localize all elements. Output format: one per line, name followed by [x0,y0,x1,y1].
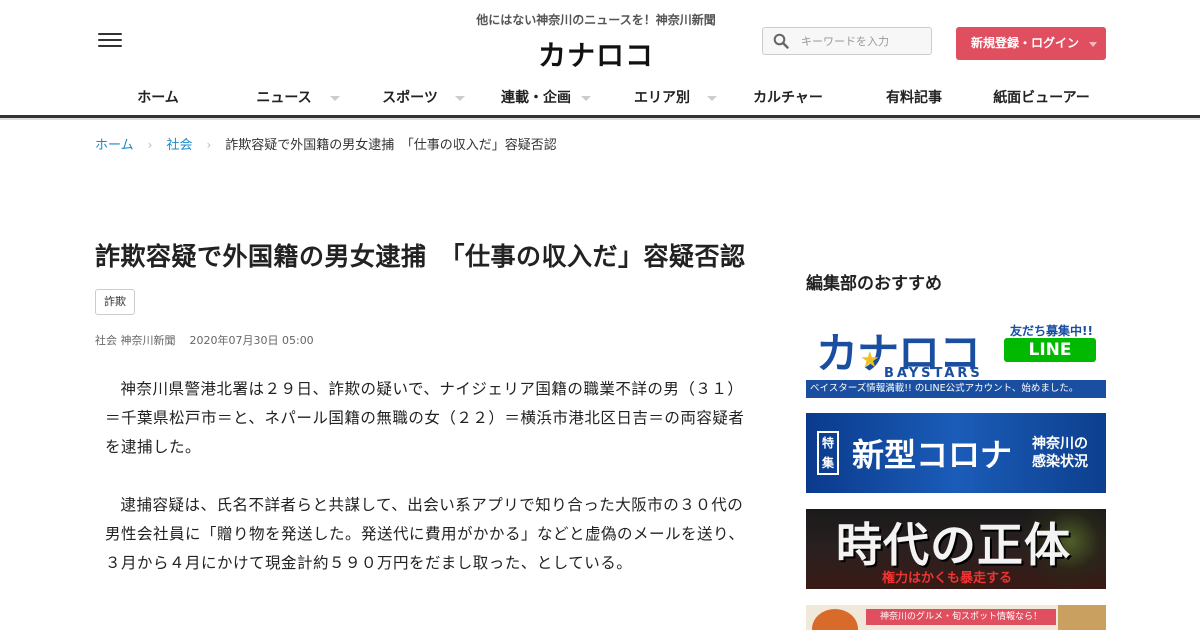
search-box[interactable] [762,27,932,55]
banner-line-baystars[interactable]: カナロコ ★ 友だち募集中!! LINE BAYSTARS ベイスターズ情報満載… [806,318,1106,398]
nav-shadow [0,118,1200,120]
nav-item-home[interactable]: ホーム [95,80,221,116]
chevron-down-icon [707,96,717,101]
article-tag[interactable]: 詐欺 [95,289,135,315]
article-date: 2020年07月30日 05:00 [189,334,314,347]
banner-team: BAYSTARS [884,366,983,381]
chevron-right-icon: › [206,138,212,152]
banner-badge: 特集 [817,431,839,475]
search-input[interactable] [801,32,927,51]
banner-subtitle: 神奈川の 感染状況 [1032,436,1088,470]
article-body: 神奈川県警港北署は２９日、詐欺の疑いで、ナイジェリア国籍の職業不詳の男（３１）＝… [95,375,751,578]
sidebar: 編集部のおすすめ カナロコ ★ 友だち募集中!! LINE BAYSTARS ベ… [806,272,1106,630]
nav-item-viewer[interactable]: 紙面ビューアー [977,80,1106,116]
sidebar-heading: 編集部のおすすめ [806,274,942,294]
nav-item-culture[interactable]: カルチャー [725,80,851,116]
article-paragraph: 逮捕容疑は、氏名不詳者らと共謀して、出会い系アプリで知り合った大阪市の３０代の男… [105,496,745,572]
nav-item-premium[interactable]: 有料記事 [851,80,977,116]
login-button[interactable]: 新規登録・ログイン [956,27,1106,60]
article: 詐欺容疑で外国籍の男女逮捕 「仕事の収入だ」容疑否認 詐欺 社会 神奈川新聞 20… [95,238,755,607]
star-icon: ★ [860,348,880,373]
main-nav: ホーム ニュース スポーツ 連載・企画 エリア別 カルチャー 有料記事 紙面ビュ… [95,80,1106,116]
site-tagline: 他にはない神奈川のニュースを！神奈川新聞 [476,13,716,27]
banner-subtitle: 権力はかくも暴走する [882,571,1013,586]
chevron-down-icon [1089,42,1097,47]
breadcrumb-home[interactable]: ホーム [95,138,134,153]
banner-corona[interactable]: 特集 新型コロナ 神奈川の 感染状況 [806,413,1106,493]
nav-item-series[interactable]: 連載・企画 [473,80,599,116]
banner-strip: ベイスターズ情報満載!! のLINE公式アカウント、始めました。 [806,380,1106,398]
banner-title: 時代の正体 [836,518,1071,572]
article-meta: 社会 神奈川新聞 2020年07月30日 05:00 [95,332,755,348]
chevron-right-icon: › [147,138,153,152]
food-image [812,609,858,630]
article-source: 神奈川新聞 [120,334,176,347]
chevron-down-icon [581,96,591,101]
nav-item-news[interactable]: ニュース [221,80,347,116]
nav-item-sports[interactable]: スポーツ [347,80,473,116]
article-paragraph: 神奈川県警港北署は２９日、詐欺の疑いで、ナイジェリア国籍の職業不詳の男（３１）＝… [105,380,745,456]
breadcrumb-category[interactable]: 社会 [166,138,192,153]
search-icon [773,33,789,49]
food-image [1058,605,1106,630]
site-header: 他にはない神奈川のニュースを！神奈川新聞 カナロコ 新規登録・ログイン ホーム … [0,0,1200,120]
article-category: 社会 [95,334,117,347]
banner-jidai[interactable]: 時代の正体 権力はかくも暴走する [806,509,1106,589]
banner-title: 新型コロナ [852,436,1013,474]
chevron-down-icon [330,96,340,101]
banner-ribbon: 神奈川のグルメ・旬スポット情報なら！ [866,609,1056,625]
breadcrumb-current: 詐欺容疑で外国籍の男女逮捕 「仕事の収入だ」容疑否認 [225,138,557,153]
breadcrumb: ホーム › 社会 › 詐欺容疑で外国籍の男女逮捕 「仕事の収入だ」容疑否認 [95,134,557,154]
line-badge: LINE [1004,338,1096,362]
banner-gourmet[interactable]: 神奈川のグルメ・旬スポット情報なら！ [806,605,1106,630]
nav-item-area[interactable]: エリア別 [599,80,725,116]
banner-friends-text: 友だち募集中!! [1010,324,1093,338]
chevron-down-icon [455,96,465,101]
article-title: 詐欺容疑で外国籍の男女逮捕 「仕事の収入だ」容疑否認 [95,242,746,271]
login-button-label: 新規登録・ログイン [971,36,1080,50]
